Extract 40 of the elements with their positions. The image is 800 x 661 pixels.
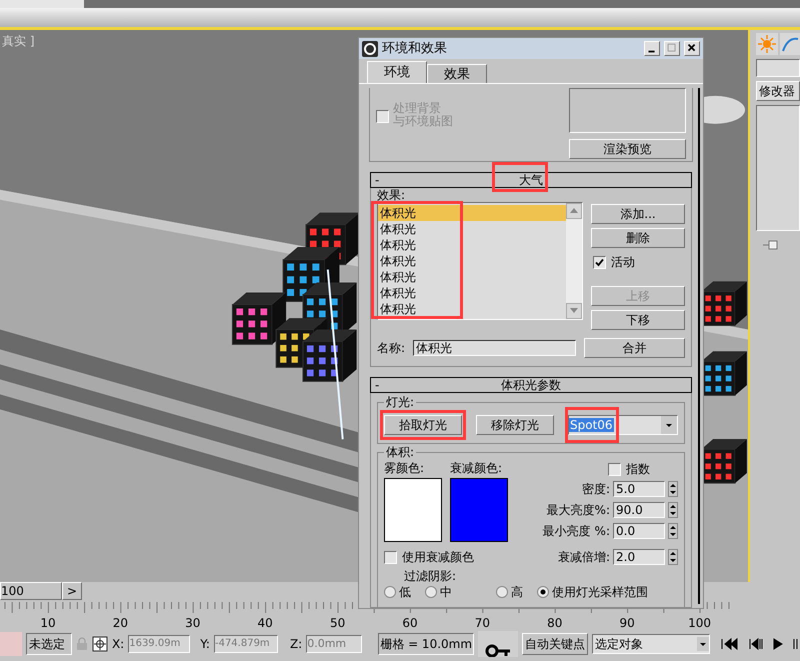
ruler-label: 50: [330, 615, 346, 632]
radio-label: 使用灯光采样范围: [552, 584, 648, 600]
rollout-title: 大气: [519, 174, 543, 186]
ruler-label: 40: [258, 615, 273, 632]
ruler-label: 80: [547, 615, 562, 632]
ruler-label: 90: [620, 615, 635, 632]
y-label: Y:: [200, 636, 210, 653]
spinner-label: 最大亮度%:: [546, 502, 610, 519]
ruler-label: 100: [688, 615, 712, 632]
ruler-label: 70: [474, 615, 490, 632]
swatch-label: 衰减颜色:: [450, 461, 504, 475]
effects-label: 效果:: [377, 188, 406, 202]
name-label: 名称:: [377, 340, 406, 357]
checkbox-label: 使用衰减颜色: [402, 549, 474, 566]
ruler-label: 20: [112, 615, 128, 632]
group-label: 体积:: [384, 445, 416, 459]
group-label: 灯光:: [384, 395, 416, 409]
ruler-label: 60: [402, 615, 418, 632]
selection-status: 未选定: [26, 633, 72, 655]
checkbox-label: 活动: [611, 254, 635, 271]
x-label: X:: [112, 636, 124, 653]
radio-label: 高: [511, 584, 523, 600]
checkbox-label: 处理背景: [393, 102, 442, 115]
z-label: Z:: [290, 636, 302, 653]
swatch-label: 雾颜色:: [384, 461, 426, 475]
ruler-label: 30: [185, 615, 200, 632]
collapse-sign: -: [375, 379, 380, 391]
checkbox-label: 与环境贴图: [393, 115, 453, 128]
grid-size-readout: 栅格 = 10.0mm: [378, 633, 474, 655]
dialog-title: 环境和效果: [382, 40, 448, 58]
spinner-label: 衰减倍增:: [558, 549, 610, 566]
collapse-sign: -: [375, 174, 380, 186]
rollout-title: 体积光参数: [501, 379, 561, 391]
spinner-label: 密度:: [582, 481, 610, 498]
ruler-label: 10: [40, 615, 56, 632]
checkbox-label: 指数: [626, 461, 650, 478]
filter-shadows-label: 过滤阴影:: [404, 568, 458, 584]
spinner-label: 最小亮度 %:: [542, 523, 610, 540]
radio-label: 低: [399, 584, 411, 600]
radio-label: 中: [440, 584, 452, 600]
